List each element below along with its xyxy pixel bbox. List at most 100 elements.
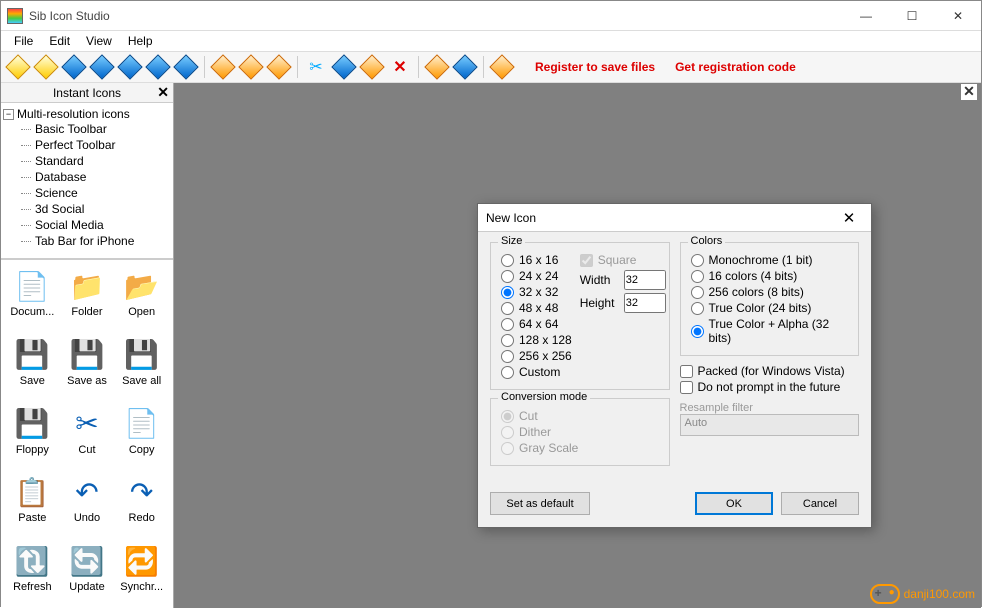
icon-cell[interactable]: ✂Cut <box>60 402 115 467</box>
size-radio[interactable]: 32 x 32 <box>501 285 572 299</box>
color-radio[interactable]: Monochrome (1 bit) <box>691 253 851 267</box>
tool-new-icon[interactable] <box>5 54 31 80</box>
conv-radio: Dither <box>501 425 661 439</box>
tree-item[interactable]: Database <box>21 169 171 185</box>
icon-glyph: ↷ <box>124 474 160 510</box>
menu-help[interactable]: Help <box>121 32 160 50</box>
icon-cell[interactable]: 💾Save <box>5 333 60 398</box>
icon-cell[interactable]: 🔁Synchr... <box>114 539 169 604</box>
tool-saveall-icon[interactable] <box>145 54 171 80</box>
tree-item[interactable]: Science <box>21 185 171 201</box>
noprompt-checkbox[interactable] <box>680 381 693 394</box>
cancel-button[interactable]: Cancel <box>781 492 859 515</box>
close-button[interactable]: ✕ <box>935 1 981 31</box>
colors-legend: Colors <box>688 235 726 247</box>
panel-title: Instant Icons <box>53 86 121 100</box>
tool-openlib-icon[interactable] <box>238 54 264 80</box>
icon-cell[interactable]: 💾Save as <box>60 333 115 398</box>
tool-import-icon[interactable] <box>424 54 450 80</box>
icon-cell[interactable]: ↷Redo <box>114 470 169 535</box>
size-radio[interactable]: 24 x 24 <box>501 269 572 283</box>
tool-save-icon[interactable] <box>89 54 115 80</box>
conv-radio: Gray Scale <box>501 441 661 455</box>
tool-open-icon[interactable] <box>61 54 87 80</box>
icon-label: Docum... <box>10 306 54 318</box>
set-default-button[interactable]: Set as default <box>490 492 590 515</box>
size-radio[interactable]: 256 x 256 <box>501 349 572 363</box>
tool-new-lib-icon[interactable] <box>33 54 59 80</box>
icon-label: Save <box>20 375 45 387</box>
width-input[interactable] <box>624 270 666 290</box>
icon-glyph: ↶ <box>69 474 105 510</box>
tool-export-icon[interactable] <box>173 54 199 80</box>
watermark-text: danji100.com <box>904 587 975 601</box>
tree-item[interactable]: Basic Toolbar <box>21 121 171 137</box>
menu-view[interactable]: View <box>79 32 119 50</box>
tool-paste-icon[interactable] <box>359 54 385 80</box>
dialog-close-icon[interactable]: ✕ <box>835 204 863 232</box>
dialog-titlebar[interactable]: New Icon ✕ <box>478 204 871 232</box>
icon-cell[interactable]: 📋 Paste <box>5 470 60 535</box>
minimize-button[interactable]: — <box>843 1 889 31</box>
height-input[interactable] <box>624 293 666 313</box>
icon-glyph: 📄 <box>124 406 160 442</box>
dialog-title: New Icon <box>486 211 835 225</box>
expander-icon[interactable]: − <box>3 109 14 120</box>
tool-cut-icon[interactable]: ✂ <box>303 54 329 80</box>
icon-label: Save all <box>122 375 161 387</box>
color-radio[interactable]: 256 colors (8 bits) <box>691 285 851 299</box>
size-radio[interactable]: 128 x 128 <box>501 333 572 347</box>
menu-file[interactable]: File <box>7 32 40 50</box>
icon-label: Paste <box>18 512 46 524</box>
ok-button[interactable]: OK <box>695 492 773 515</box>
icon-grid: 📄Docum...📁Folder📂Open💾Save💾Save as💾Save … <box>1 259 173 608</box>
tool-delete-icon[interactable]: ✕ <box>387 54 413 80</box>
tree-root-label: Multi-resolution icons <box>17 107 130 121</box>
tree-item[interactable]: Tab Bar for iPhone <box>21 233 171 249</box>
register-link[interactable]: Register to save files <box>535 60 655 74</box>
menu-edit[interactable]: Edit <box>42 32 77 50</box>
panel-close-icon[interactable]: ✕ <box>157 84 169 101</box>
icon-cell[interactable]: 💾Save all <box>114 333 169 398</box>
panel-header: Instant Icons ✕ <box>1 83 173 103</box>
size-radio[interactable]: 64 x 64 <box>501 317 572 331</box>
size-radio[interactable]: Custom <box>501 365 572 379</box>
size-radio[interactable]: 48 x 48 <box>501 301 572 315</box>
tool-newlib-icon[interactable] <box>210 54 236 80</box>
color-radio[interactable]: 16 colors (4 bits) <box>691 269 851 283</box>
tree-item[interactable]: Social Media <box>21 217 171 233</box>
tree-item[interactable]: Standard <box>21 153 171 169</box>
tree-item[interactable]: 3d Social <box>21 201 171 217</box>
tree-item[interactable]: Perfect Toolbar <box>21 137 171 153</box>
icon-glyph: 📋 <box>14 474 50 510</box>
icon-cell[interactable]: ↶Undo <box>60 470 115 535</box>
watermark-logo-icon <box>870 584 900 604</box>
getcode-link[interactable]: Get registration code <box>675 60 796 74</box>
icon-cell[interactable]: 📁Folder <box>60 264 115 329</box>
icon-cell[interactable]: 📂Open <box>114 264 169 329</box>
icon-cell[interactable]: 📄 Copy <box>114 402 169 467</box>
icon-glyph: 📂 <box>124 268 160 304</box>
side-panel: Instant Icons ✕ − Multi-resolution icons… <box>1 83 174 608</box>
icon-label: Copy <box>129 444 155 456</box>
icon-glyph: ✂ <box>69 406 105 442</box>
icon-cell[interactable]: 💾Floppy <box>5 402 60 467</box>
tree-root[interactable]: − Multi-resolution icons <box>3 107 171 121</box>
canvas-close-icon[interactable]: ✕ <box>961 84 977 100</box>
icon-glyph: 🔃 <box>14 543 50 579</box>
tool-saveas-icon[interactable] <box>117 54 143 80</box>
color-radio[interactable]: True Color + Alpha (32 bits) <box>691 317 851 345</box>
icon-cell[interactable]: 🔃Refresh <box>5 539 60 604</box>
size-radio[interactable]: 16 x 16 <box>501 253 572 267</box>
icon-cell[interactable]: 📄Docum... <box>5 264 60 329</box>
maximize-button[interactable]: ☐ <box>889 1 935 31</box>
tool-extract-icon[interactable] <box>452 54 478 80</box>
packed-checkbox[interactable] <box>680 365 693 378</box>
icon-cell[interactable]: 🔄Update <box>60 539 115 604</box>
color-radio[interactable]: True Color (24 bits) <box>691 301 851 315</box>
tool-copy-icon[interactable] <box>331 54 357 80</box>
toolbar-sep <box>418 56 419 78</box>
tool-savelib-icon[interactable] <box>266 54 292 80</box>
tool-register-icon[interactable] <box>489 54 515 80</box>
resample-label: Resample filter <box>680 402 860 414</box>
